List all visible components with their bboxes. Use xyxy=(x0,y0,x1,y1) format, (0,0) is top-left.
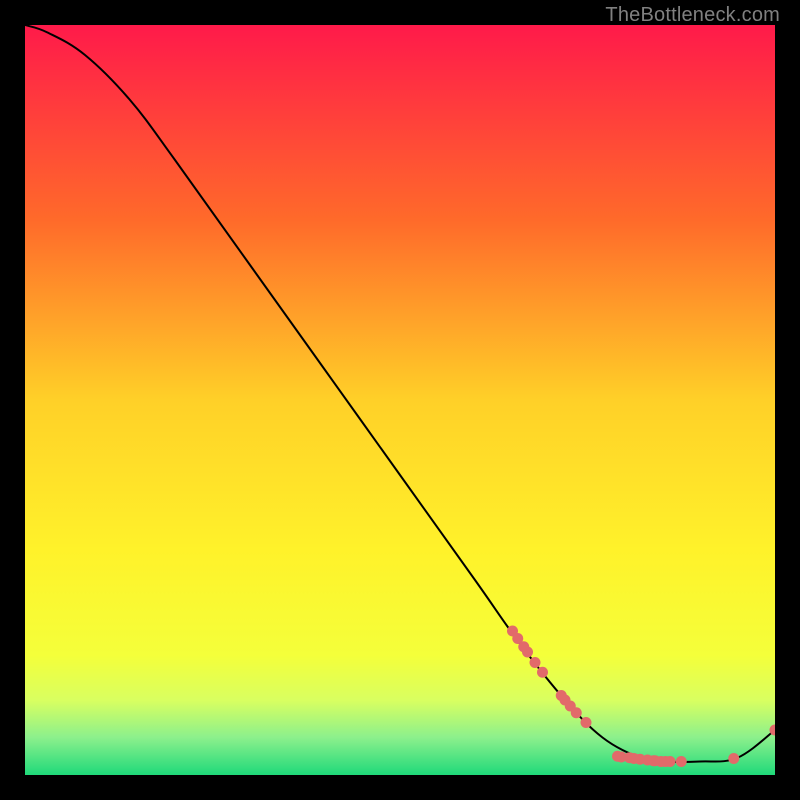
watermark-text: TheBottleneck.com xyxy=(605,4,780,27)
chart-svg xyxy=(25,25,775,775)
data-marker xyxy=(522,647,533,658)
chart-plot-area xyxy=(25,25,775,775)
data-marker xyxy=(728,753,739,764)
data-marker xyxy=(537,667,548,678)
gradient-background xyxy=(25,25,775,775)
data-marker xyxy=(571,707,582,718)
data-marker xyxy=(581,717,592,728)
data-marker xyxy=(530,657,541,668)
data-marker xyxy=(665,756,676,767)
data-marker xyxy=(676,756,687,767)
